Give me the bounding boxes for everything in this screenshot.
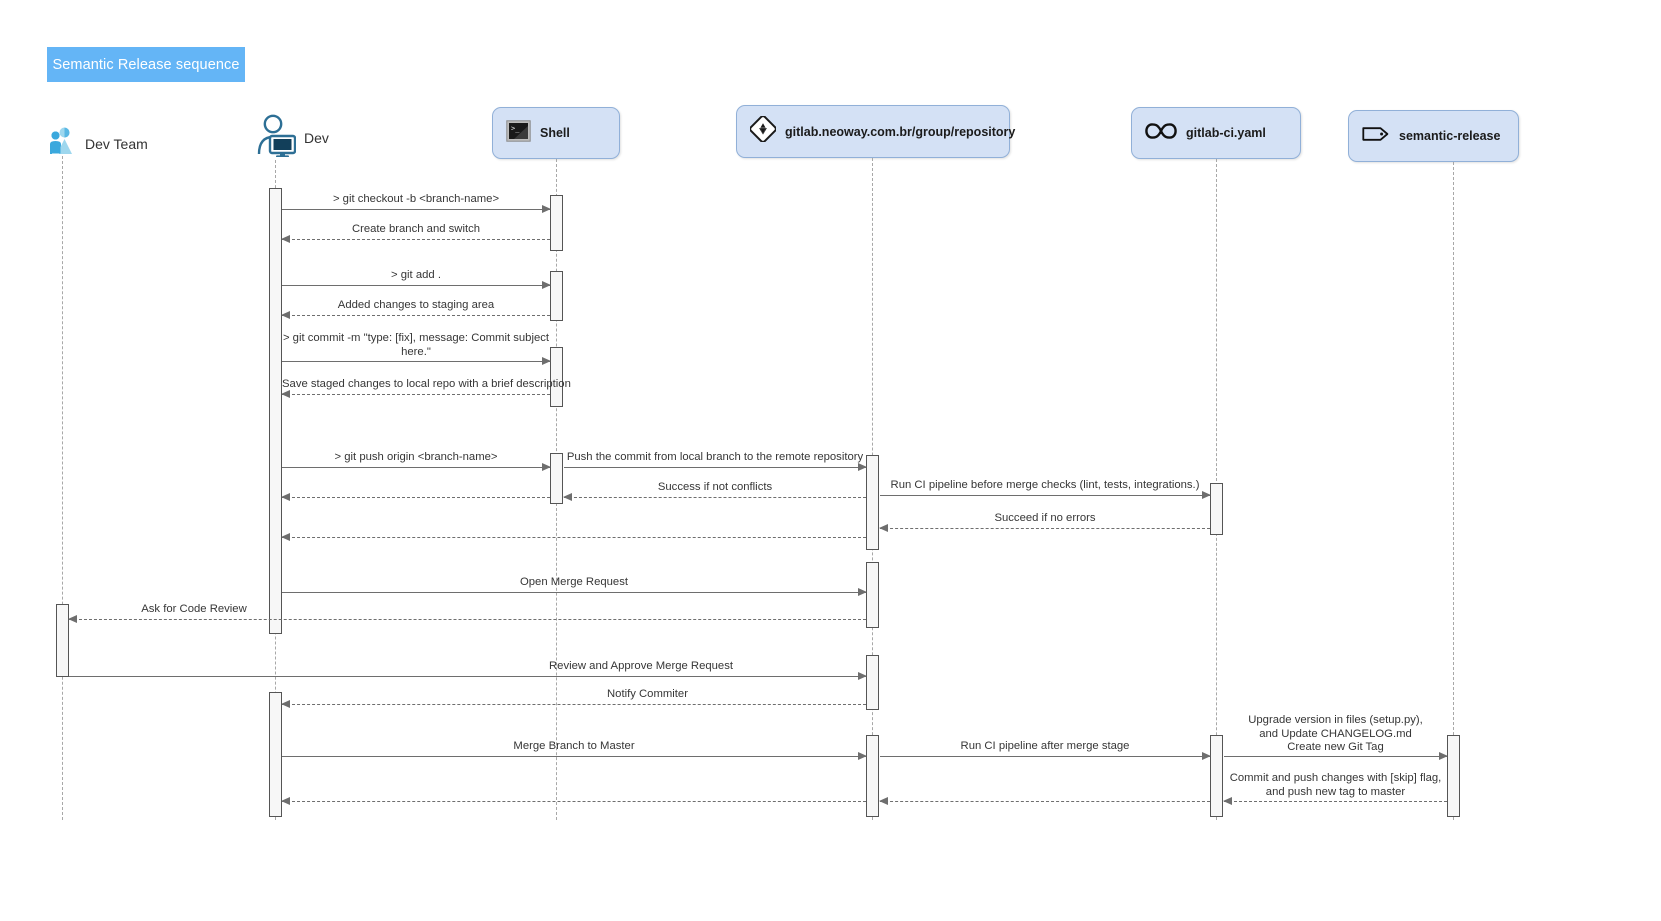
arrow-head-icon xyxy=(879,523,888,532)
message-label: Review and Approve Merge Request xyxy=(549,660,733,672)
arrow-head-icon xyxy=(858,751,867,760)
sequence-diagram-canvas: Semantic Release sequence Dev Team Dev >… xyxy=(0,0,1661,921)
message-line xyxy=(880,801,1210,802)
arrow-head-icon xyxy=(1202,490,1211,499)
message-line xyxy=(1224,756,1447,757)
message-line xyxy=(282,756,866,757)
activation-dev-1 xyxy=(269,188,282,634)
arrow-head-icon xyxy=(281,796,290,805)
tag-icon xyxy=(1362,125,1390,148)
arrow-head-icon xyxy=(1439,751,1448,760)
activation-shell-1 xyxy=(550,195,563,251)
message-label: Notify Commiter xyxy=(607,688,688,700)
gitlab-icon xyxy=(749,115,777,147)
message-line xyxy=(564,467,866,468)
message-line xyxy=(69,676,866,677)
arrow-head-icon xyxy=(563,492,572,501)
activation-repository-4 xyxy=(866,735,879,817)
arrow-head-icon xyxy=(281,389,290,398)
message-label: Upgrade version in files (setup.py), and… xyxy=(1248,714,1423,753)
message-label: Added changes to staging area xyxy=(337,299,495,311)
message-line xyxy=(69,619,866,620)
message-line xyxy=(282,497,550,498)
participant-label-shell: Shell xyxy=(540,126,570,140)
arrow-head-icon xyxy=(281,492,290,501)
participant-repository[interactable]: gitlab.neoway.com.br/group/repository xyxy=(736,105,1015,158)
lifeline-dev-team xyxy=(62,156,63,820)
diagram-title: Semantic Release sequence xyxy=(47,47,245,82)
activation-shell-2 xyxy=(550,271,563,321)
arrow-head-icon xyxy=(542,356,551,365)
message-label: Run CI pipeline after merge stage xyxy=(960,740,1130,752)
message-label: Open Merge Request xyxy=(519,576,628,588)
message-label: Push the commit from local branch to the… xyxy=(566,451,864,463)
message-line xyxy=(1224,801,1447,802)
participant-label-gitlab-ci: gitlab-ci.yaml xyxy=(1186,126,1266,140)
participant-dev[interactable]: Dev xyxy=(256,113,329,162)
message-label: Run CI pipeline before merge checks (lin… xyxy=(890,479,1200,491)
participant-semantic-release[interactable]: semantic-release xyxy=(1348,110,1519,162)
arrow-head-icon xyxy=(542,204,551,213)
terminal-icon: >_ xyxy=(506,119,531,147)
message-label: Succeed if no errors xyxy=(994,512,1096,524)
message-line xyxy=(282,704,866,705)
participant-label-dev-team: Dev Team xyxy=(85,135,148,152)
arrow-head-icon xyxy=(281,532,290,541)
message-line xyxy=(282,801,866,802)
dev-user-icon xyxy=(256,113,297,162)
message-label: > git push origin <branch-name> xyxy=(334,451,498,463)
participant-label-repository: gitlab.neoway.com.br/group/repository xyxy=(785,124,1016,139)
message-label: > git add . xyxy=(391,269,441,281)
message-label: Commit and push changes with [skip] flag… xyxy=(1229,772,1442,798)
message-line xyxy=(880,756,1210,757)
message-line xyxy=(282,394,550,395)
message-label: Success if not conflicts xyxy=(657,481,773,493)
activation-shell-3 xyxy=(550,347,563,407)
participant-gitlab-ci[interactable]: gitlab-ci.yaml xyxy=(1131,107,1301,159)
participant-shell[interactable]: >_ Shell xyxy=(492,107,620,159)
arrow-head-icon xyxy=(858,587,867,596)
message-label: Merge Branch to Master xyxy=(513,740,635,752)
message-line xyxy=(282,467,550,468)
activation-repository-2 xyxy=(866,562,879,628)
infinity-icon xyxy=(1145,121,1177,146)
arrow-head-icon xyxy=(879,796,888,805)
arrow-head-icon xyxy=(858,462,867,471)
activation-repository-3 xyxy=(866,655,879,710)
message-line xyxy=(282,209,550,210)
arrow-head-icon xyxy=(281,234,290,243)
message-line xyxy=(564,497,866,498)
diagram-title-text: Semantic Release sequence xyxy=(52,56,240,73)
message-line xyxy=(282,239,550,240)
arrow-head-icon xyxy=(858,671,867,680)
participant-label-semantic-release: semantic-release xyxy=(1399,129,1501,143)
svg-text:>_: >_ xyxy=(511,124,520,132)
participant-label-dev: Dev xyxy=(304,129,329,146)
message-label: > git checkout -b <branch-name> xyxy=(332,193,500,205)
message-label: Save staged changes to local repo with a… xyxy=(282,378,571,390)
message-line xyxy=(880,528,1210,529)
arrow-head-icon xyxy=(281,699,290,708)
message-line xyxy=(880,495,1210,496)
message-label: > git commit -m "type: [fix], message: C… xyxy=(282,332,550,358)
message-line xyxy=(282,315,550,316)
arrow-head-icon xyxy=(1223,796,1232,805)
arrow-head-icon xyxy=(68,614,77,623)
message-label: Create branch and switch xyxy=(351,223,481,235)
arrow-head-icon xyxy=(542,280,551,289)
message-line xyxy=(282,592,866,593)
message-line xyxy=(282,361,550,362)
activation-repository-1 xyxy=(866,455,879,550)
message-label: Ask for Code Review xyxy=(141,603,247,615)
arrow-head-icon xyxy=(281,310,290,319)
message-line xyxy=(282,537,866,538)
message-line xyxy=(282,285,550,286)
